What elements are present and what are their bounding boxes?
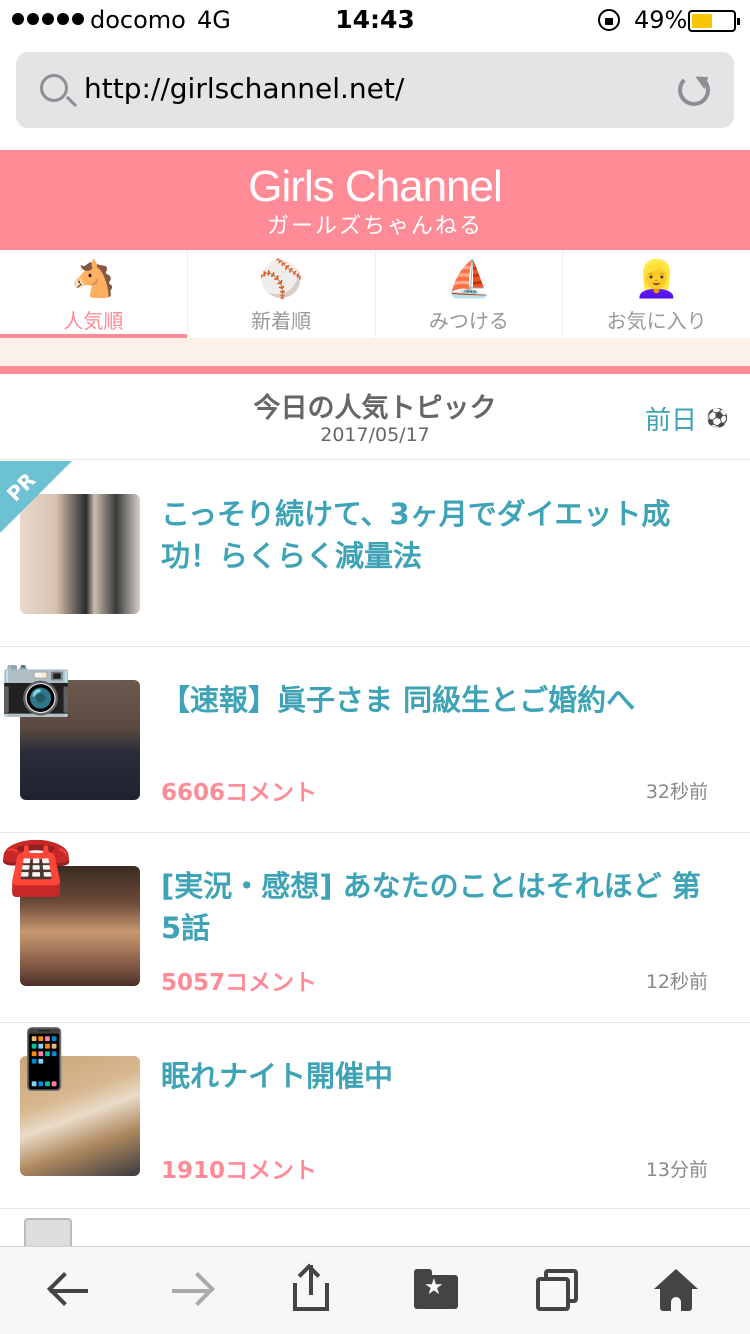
address-bar[interactable]: http://girlschannel.net/	[16, 52, 734, 128]
phone-icon: 📱	[8, 1025, 81, 1093]
url-text[interactable]: http://girlschannel.net/	[84, 72, 404, 105]
divider-band	[0, 338, 750, 366]
home-icon[interactable]	[652, 1265, 704, 1317]
pr-badge: PR	[0, 461, 72, 533]
comment-count: 1910コメント	[161, 1158, 318, 1184]
telephone-icon: ☎️	[0, 831, 73, 899]
section-title: 今日の人気トピック	[253, 393, 497, 424]
site-header[interactable]: Girls Channel ガールズちゃんねる	[0, 150, 750, 250]
soccer-ball-icon: ⚽	[706, 408, 729, 429]
person-icon: 👱‍♀️	[634, 259, 680, 300]
baseball-icon: ⚾	[258, 259, 304, 300]
camera-icon: 📷	[0, 651, 73, 719]
tab-newest[interactable]: ⚾ 新着順	[188, 250, 376, 338]
site-logo-sub: ガールズちゃんねる	[266, 214, 483, 239]
battery-percent: 49%	[634, 6, 688, 34]
topic-title[interactable]: [実況・感想] あなたのことはそれほど 第5話	[161, 865, 711, 949]
tab-label: 新着順	[251, 309, 312, 333]
list-item[interactable]: 📷 【速報】眞子さま 同級生とご婚約へ 6606コメント 32秒前	[0, 647, 750, 833]
forward-icon[interactable]	[166, 1265, 218, 1317]
tab-discover[interactable]: ⛵ みつける	[376, 250, 564, 338]
topic-title[interactable]: 【速報】眞子さま 同級生とご婚約へ	[161, 679, 711, 721]
comment-count: 6606コメント	[161, 780, 318, 806]
timestamp: 12秒前	[645, 971, 708, 993]
comment-count: 5057コメント	[161, 970, 318, 996]
browser-toolbar: ★	[0, 1246, 750, 1334]
battery-icon	[688, 10, 740, 32]
tabs-icon[interactable]	[532, 1265, 584, 1317]
list-item[interactable]: 📱 眠れナイト開催中 1910コメント 13分前	[0, 1023, 750, 1209]
sailboat-icon: ⛵	[446, 259, 492, 300]
section-date: 2017/05/17	[320, 424, 430, 446]
sort-tabs: 🐴 人気順 ⚾ 新着順 ⛵ みつける 👱‍♀️ お気に入り	[0, 250, 750, 338]
tab-popular[interactable]: 🐴 人気順	[0, 250, 188, 338]
tab-label: みつける	[428, 309, 509, 333]
share-icon[interactable]	[287, 1263, 339, 1317]
reload-icon[interactable]	[678, 74, 710, 106]
tab-favorites[interactable]: 👱‍♀️ お気に入り	[563, 250, 750, 338]
horse-icon: 🐴	[70, 259, 116, 300]
tab-label: お気に入り	[606, 309, 707, 333]
list-item[interactable]: ☎️ [実況・感想] あなたのことはそれほど 第5話 5057コメント 12秒前	[0, 833, 750, 1023]
bookmarks-icon[interactable]: ★	[410, 1265, 462, 1317]
site-logo[interactable]: Girls Channel	[0, 162, 750, 212]
back-icon[interactable]	[44, 1265, 96, 1317]
topic-title[interactable]: こっそり続けて、3ヶ月でダイエット成功！らくらく減量法	[161, 493, 711, 577]
section-header: 今日の人気トピック 2017/05/17 前日 ⚽	[0, 374, 750, 460]
search-icon	[40, 74, 68, 102]
divider-line	[0, 366, 750, 374]
list-item[interactable]: PR こっそり続けて、3ヶ月でダイエット成功！らくらく減量法	[0, 461, 750, 647]
topic-title[interactable]: 眠れナイト開催中	[161, 1055, 711, 1097]
timestamp: 13分前	[645, 1159, 708, 1181]
timestamp: 32秒前	[645, 781, 708, 803]
rotation-lock-icon	[598, 9, 620, 31]
previous-day-link[interactable]: 前日	[645, 400, 697, 437]
status-bar: docomo 4G 14:43 49%	[0, 0, 750, 40]
partial-list-item	[24, 1218, 72, 1246]
tab-label: 人気順	[63, 309, 124, 333]
